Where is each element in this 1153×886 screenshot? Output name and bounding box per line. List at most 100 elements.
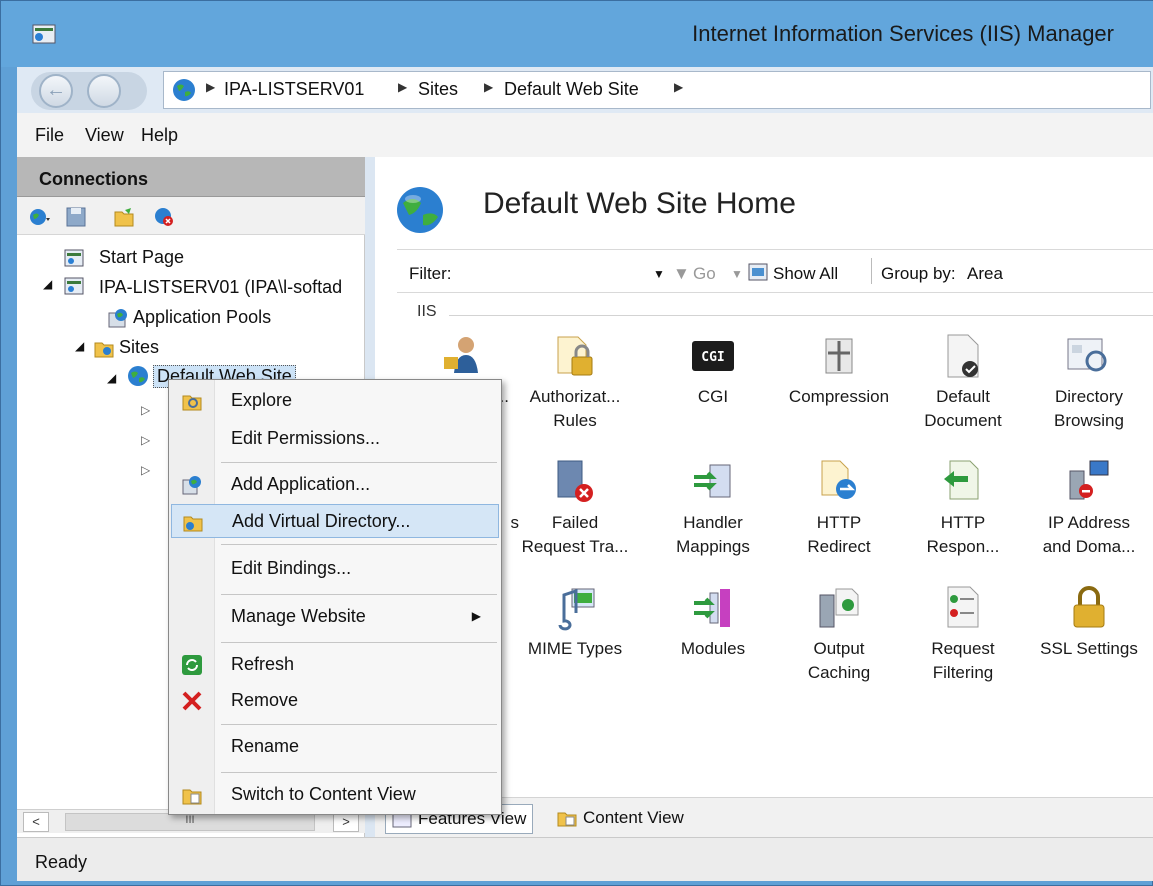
menu-bar: File View Help [17,113,1153,157]
group-divider [449,315,1153,316]
title-bar: Internet Information Services (IIS) Mana… [1,1,1153,67]
feature-ssl-settings[interactable]: SSL Settings [1029,585,1149,661]
group-header-iis: IIS [417,303,437,320]
page-title: Default Web Site Home [483,187,796,220]
menu-item-add-application[interactable]: Add Application... [171,468,499,502]
auth-user-icon [444,337,478,373]
scroll-right-button[interactable]: > [333,812,359,832]
request-filtering-icon [947,586,979,628]
tab-content-view-label: Content View [583,808,684,827]
breadcrumb[interactable]: ▶ IPA-LISTSERV01 ▶ Sites ▶ Default Web S… [163,71,1151,109]
tab-content-view[interactable]: Content View [551,804,690,834]
connections-toolbar [17,197,365,235]
filter-dropdown-icon[interactable]: ▼ [653,267,665,281]
feature-http-redirect[interactable]: HTTP Redirect [779,459,899,559]
scroll-left-button[interactable]: < [23,812,49,832]
directory-browsing-icon [1067,338,1107,372]
filter-bar: Filter: ▼ ▼ Go ▼ Show All Group by: Area [397,249,1153,293]
menu-item-remove[interactable]: Remove [171,684,499,718]
menu-item-switch-content-view[interactable]: Switch to Content View [171,778,499,812]
expand-child-icon[interactable]: ▷ [141,433,150,447]
feature-handler-mappings[interactable]: Handler Mappings [653,459,773,559]
menu-item-add-virtual-directory[interactable]: Add Virtual Directory... [171,504,499,538]
toolbar-divider [871,258,872,284]
breadcrumb-separator-icon: ▶ [398,80,408,94]
http-redirect-icon [821,460,856,499]
breadcrumb-item-sites[interactable]: Sites [418,79,458,100]
server-icon [64,277,84,295]
lock-document-icon [557,336,593,376]
tree-item-start-page[interactable]: Start Page [99,247,184,268]
feature-cgi[interactable]: CGI CGI [653,333,773,409]
menu-item-edit-bindings[interactable]: Edit Bindings... [171,552,499,586]
add-folder-icon[interactable] [113,206,135,228]
content-view-folder-icon [182,789,202,805]
feature-authorization-rules[interactable]: Authorizat... Rules [515,333,635,433]
menu-view[interactable]: View [85,125,124,146]
menu-item-explore[interactable]: Explore [171,384,499,418]
status-bar: Ready [17,837,1153,881]
breadcrumb-item-default-site[interactable]: Default Web Site [504,79,639,100]
failed-request-icon [557,460,593,502]
connections-header: Connections [17,157,365,197]
menu-help[interactable]: Help [141,125,178,146]
disconnect-icon[interactable] [153,206,175,228]
feature-output-caching[interactable]: Output Caching [779,585,899,685]
globe-icon [173,79,195,101]
start-page-icon [64,249,84,267]
feature-directory-browsing[interactable]: Directory Browsing [1029,333,1149,433]
menu-separator [221,544,497,545]
show-all-button[interactable]: Show All [773,264,838,284]
tree-item-sites[interactable]: Sites [119,337,159,358]
menu-file[interactable]: File [35,125,64,146]
show-all-icon [748,263,768,281]
funnel-icon: ▼ [673,264,690,283]
expand-server-icon[interactable]: ◢ [43,277,52,291]
forward-button[interactable] [87,74,121,108]
go-button[interactable]: Go [693,264,716,284]
back-button[interactable]: ← [39,74,73,108]
feature-http-response-headers[interactable]: HTTP Respon... [903,459,1023,559]
group-by-select[interactable]: Area [967,264,1003,284]
expand-child-icon[interactable]: ▷ [141,403,150,417]
feature-modules[interactable]: Modules [653,585,773,661]
breadcrumb-item-server[interactable]: IPA-LISTSERV01 [224,79,364,100]
group-by-label: Group by: [881,264,956,283]
output-caching-icon [819,588,859,628]
feature-failed-request-tracing[interactable]: Failed Request Tra... [515,459,635,559]
go-dropdown-icon[interactable]: ▼ [731,267,743,281]
context-menu: Explore Edit Permissions... Add Applicat… [168,379,502,815]
save-icon[interactable] [65,206,87,228]
feature-default-document[interactable]: Default Document [903,333,1023,433]
svg-text:CGI: CGI [701,350,724,365]
menu-item-edit-permissions[interactable]: Edit Permissions... [171,422,499,456]
http-response-icon [944,460,979,500]
filter-label: Filter: [409,264,452,283]
cgi-icon: CGI [692,341,734,371]
tree-item-application-pools[interactable]: Application Pools [133,307,271,328]
expand-child-icon[interactable]: ▷ [141,463,150,477]
site-home-globe-icon [397,187,443,233]
menu-item-rename[interactable]: Rename [171,730,499,764]
remove-x-icon [182,691,202,711]
modules-icon [694,589,730,627]
feature-ip-address-domain[interactable]: IP Address and Doma... [1029,459,1149,559]
expand-sites-icon[interactable]: ◢ [75,339,84,353]
menu-item-manage-website[interactable]: Manage Website ▶ [171,600,499,634]
filter-input[interactable] [467,258,657,284]
submenu-arrow-icon: ▶ [471,609,481,623]
connect-icon[interactable] [29,206,51,228]
website-globe-icon [128,366,148,386]
scroll-thumb[interactable]: III [65,813,315,831]
breadcrumb-separator-icon: ▶ [484,80,494,94]
menu-separator [221,462,497,463]
feature-request-filtering[interactable]: Request Filtering [903,585,1023,685]
expand-default-site-icon[interactable]: ◢ [107,371,116,385]
application-pools-icon [108,309,127,328]
tree-item-server[interactable]: IPA-LISTSERV01 (IPA\l-softad [99,277,342,298]
menu-item-refresh[interactable]: Refresh [171,648,499,682]
feature-compression[interactable]: Compression [779,333,899,409]
sites-folder-icon [94,342,114,358]
feature-mime-types[interactable]: MIME Types [515,585,635,661]
handler-mappings-icon [694,464,731,498]
